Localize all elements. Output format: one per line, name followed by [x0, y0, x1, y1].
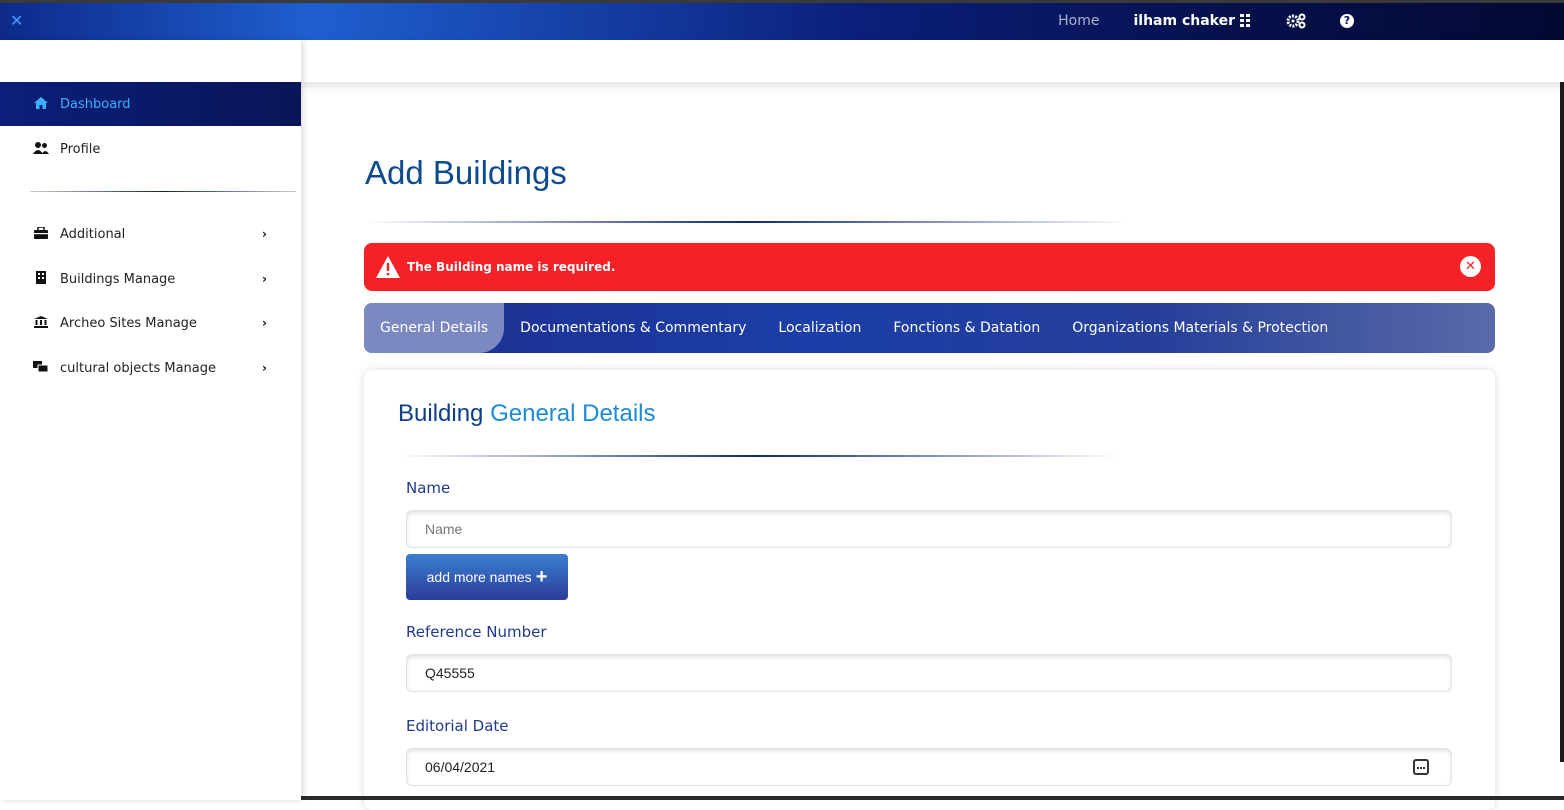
editorial-date-label: Editorial Date	[406, 717, 509, 735]
sidebar: Dashboard Profile Additional › Buildings…	[0, 40, 301, 800]
user-menu[interactable]: ilham chaker	[1133, 13, 1252, 29]
card-divider	[398, 455, 1118, 457]
sidebar-item-label: cultural objects Manage	[60, 360, 216, 376]
warning-icon	[376, 256, 400, 278]
sidebar-item-additional[interactable]: Additional ›	[0, 212, 301, 256]
calendar-icon[interactable]	[1413, 759, 1429, 775]
sidebar-item-label: Profile	[60, 141, 101, 157]
card-title-part2: General Details	[490, 400, 656, 427]
name-label: Name	[406, 479, 451, 497]
editorial-date-value: 06/04/2021	[425, 759, 496, 775]
scrollbar[interactable]	[1560, 82, 1564, 762]
add-more-names-button[interactable]: add more names +	[406, 554, 568, 600]
chevron-right-icon: ›	[262, 361, 267, 375]
name-input[interactable]	[406, 510, 1452, 548]
tab-organizations-materials-protection[interactable]: Organizations Materials & Protection	[1056, 303, 1344, 353]
sidebar-item-profile[interactable]: Profile	[0, 127, 301, 171]
plus-icon: +	[535, 566, 548, 588]
editorial-date-input[interactable]: 06/04/2021	[406, 748, 1452, 786]
home-link[interactable]: Home	[1058, 13, 1099, 29]
general-details-card: Building General Details Name add more n…	[364, 370, 1495, 810]
tab-localization[interactable]: Localization	[762, 303, 877, 353]
landmark-icon	[30, 315, 52, 331]
sidebar-item-buildings-manage[interactable]: Buildings Manage ›	[0, 257, 301, 301]
chevron-right-icon: ›	[262, 227, 267, 241]
page-title: Add Buildings	[365, 154, 567, 191]
building-icon	[30, 271, 52, 287]
sidebar-item-archeo-sites-manage[interactable]: Archeo Sites Manage ›	[0, 301, 301, 345]
header-strip	[301, 40, 1564, 82]
error-alert: The Building name is required. ✕	[364, 243, 1495, 291]
tab-fonctions-datation[interactable]: Fonctions & Datation	[877, 303, 1056, 353]
tab-general-details[interactable]: General Details	[364, 303, 505, 353]
add-more-names-label: add more names	[426, 569, 532, 585]
briefcase-icon	[30, 225, 52, 242]
grid-icon	[1240, 14, 1250, 27]
reference-number-input[interactable]: Q45555	[406, 654, 1452, 692]
card-title-part1: Building	[398, 400, 484, 427]
reference-number-label: Reference Number	[406, 623, 547, 641]
sidebar-item-label: Dashboard	[60, 96, 131, 112]
sidebar-item-label: Buildings Manage	[60, 271, 176, 287]
card-title: Building General Details	[398, 400, 656, 428]
close-alert-icon[interactable]: ✕	[1460, 256, 1481, 277]
chevron-right-icon: ›	[262, 316, 267, 330]
objects-icon	[30, 360, 52, 376]
user-name: ilham chaker	[1133, 13, 1235, 29]
sidebar-item-label: Additional	[60, 226, 126, 242]
sidebar-item-label: Archeo Sites Manage	[60, 315, 197, 331]
top-nav: Home ilham chaker ?	[1058, 13, 1354, 29]
home-icon	[30, 96, 52, 112]
sidebar-item-cultural-objects-manage[interactable]: cultural objects Manage ›	[0, 346, 301, 390]
help-icon[interactable]: ?	[1340, 14, 1354, 28]
title-divider	[365, 221, 1130, 223]
sidebar-item-dashboard[interactable]: Dashboard	[0, 82, 301, 126]
alert-message: The Building name is required.	[407, 260, 616, 274]
tab-documentations-commentary[interactable]: Documentations & Commentary	[504, 303, 762, 353]
sidebar-divider	[30, 191, 296, 192]
close-sidebar-icon[interactable]: ✕	[10, 11, 23, 30]
top-navbar: ✕ Home ilham chaker ?	[0, 0, 1564, 40]
users-icon	[30, 141, 52, 157]
gears-icon[interactable]	[1286, 13, 1306, 29]
tab-bar: General Details Documentations & Comment…	[364, 303, 1495, 353]
chevron-right-icon: ›	[262, 272, 267, 286]
